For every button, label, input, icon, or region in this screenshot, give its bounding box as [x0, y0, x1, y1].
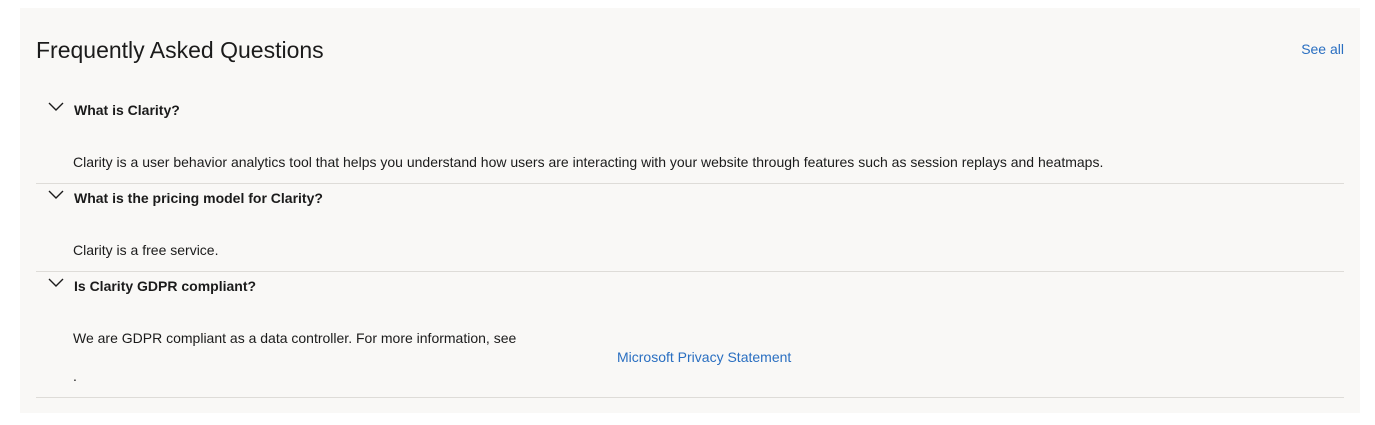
faq-question-text: What is the pricing model for Clarity? — [74, 190, 323, 206]
see-all-link[interactable]: See all — [1301, 40, 1344, 58]
faq-question-text: Is Clarity GDPR compliant? — [74, 278, 257, 294]
faq-answer: Clarity is a free service. — [73, 242, 219, 258]
faq-section: Frequently Asked Questions See all What … — [20, 8, 1360, 413]
faq-question-pricing-model[interactable]: What is the pricing model for Clarity? — [36, 176, 1344, 220]
chevron-down-icon — [48, 102, 64, 111]
faq-answer: Clarity is a user behavior analytics too… — [73, 154, 1104, 170]
faq-question-what-is-clarity[interactable]: What is Clarity? — [36, 88, 1344, 132]
privacy-statement-link[interactable]: Microsoft Privacy Statement — [617, 349, 791, 366]
faq-title: Frequently Asked Questions — [36, 37, 324, 63]
faq-question-gdpr-compliant[interactable]: Is Clarity GDPR compliant? — [36, 264, 1344, 308]
faq-divider — [36, 397, 1344, 398]
faq-question-text: What is Clarity? — [74, 102, 180, 118]
chevron-down-icon — [48, 190, 64, 199]
faq-answer: We are GDPR compliant as a data controll… — [73, 330, 517, 346]
chevron-down-icon — [48, 278, 64, 287]
faq-answer-suffix: . — [73, 368, 77, 384]
